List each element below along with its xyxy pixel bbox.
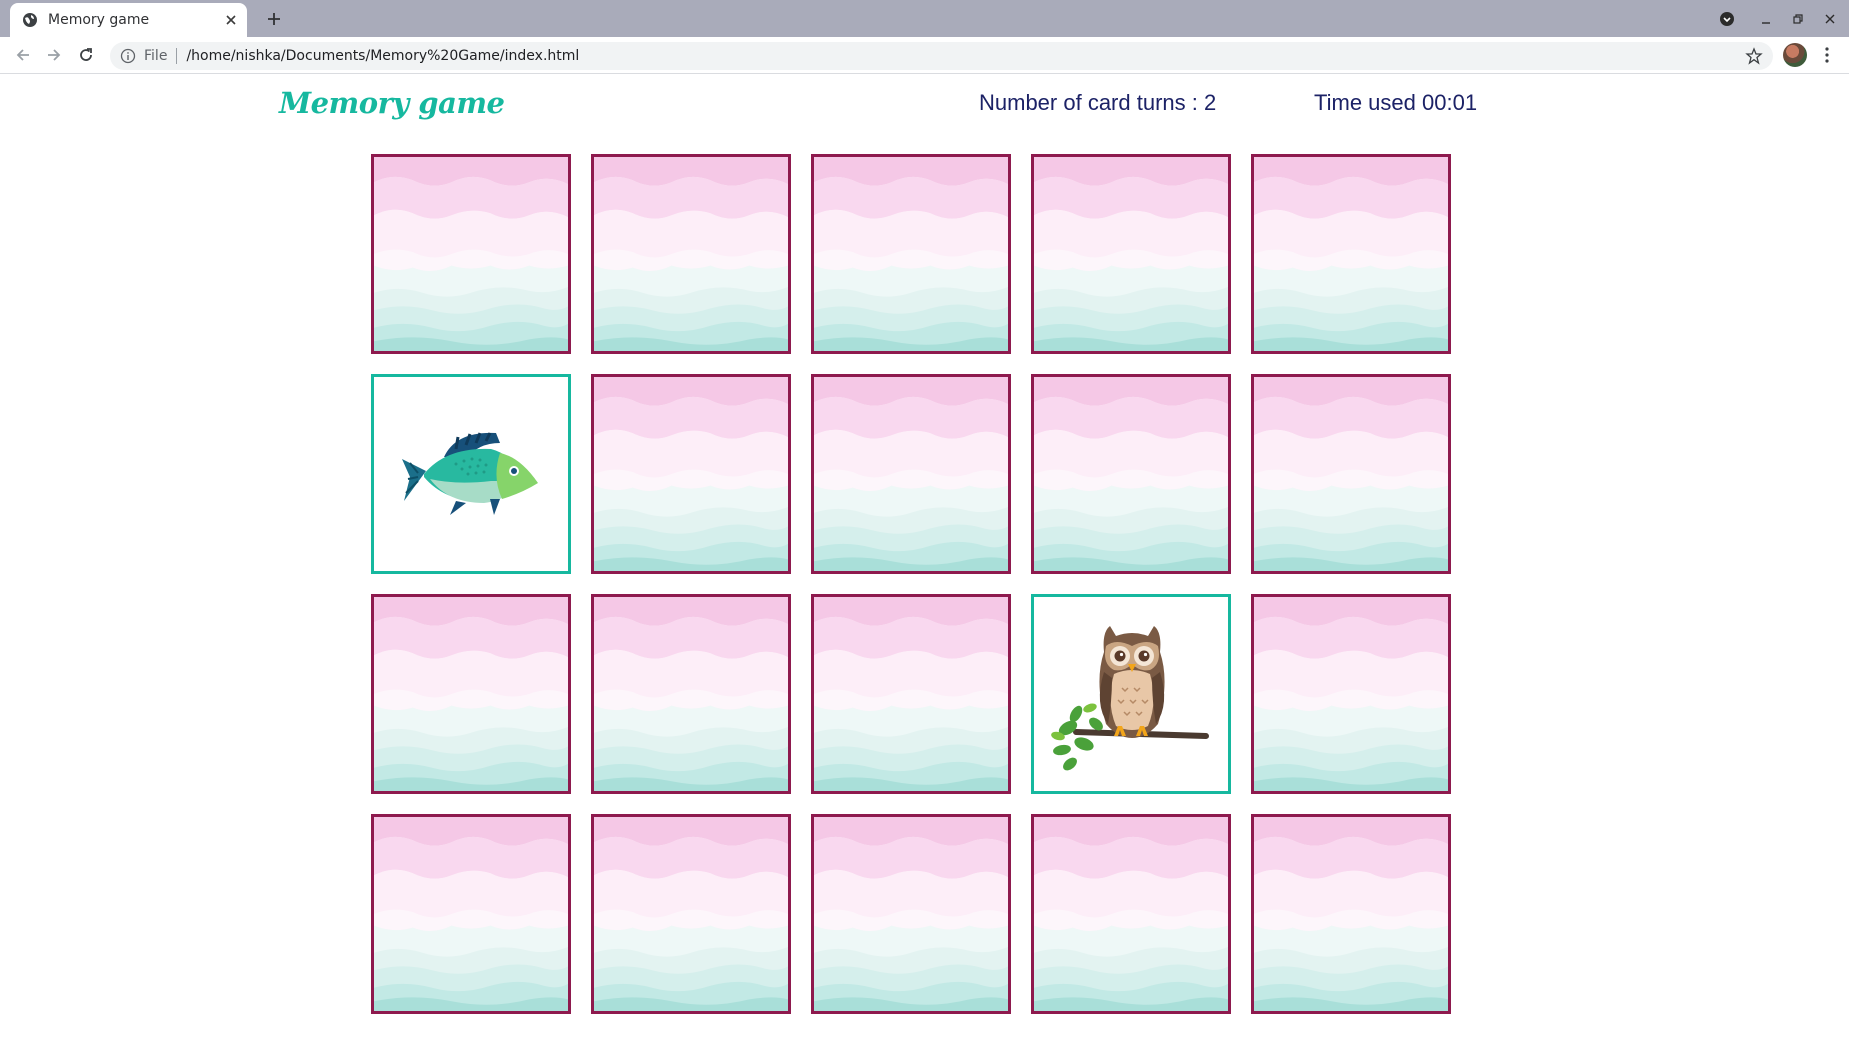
browser-toolbar: File /home/nishka/Documents/Memory%20Gam… (0, 37, 1849, 74)
card-back-pattern (374, 597, 568, 791)
plus-icon[interactable] (262, 7, 286, 31)
browser-tab[interactable]: Memory game (10, 3, 247, 37)
card-back-pattern (814, 377, 1008, 571)
card-revealed-fish[interactable] (371, 374, 571, 574)
card-hidden[interactable] (1251, 154, 1451, 354)
card-hidden[interactable] (811, 594, 1011, 794)
card-back-pattern (374, 157, 568, 351)
card-back-pattern (1254, 377, 1448, 571)
card-hidden[interactable] (1031, 374, 1231, 574)
game-page: Memory game Number of card turns : 2 Tim… (0, 74, 1849, 1055)
tab-search-icon[interactable] (1716, 8, 1738, 30)
card-back-pattern (814, 817, 1008, 1011)
reload-icon[interactable] (74, 43, 98, 67)
star-icon[interactable] (1745, 47, 1763, 65)
info-icon[interactable] (120, 48, 136, 64)
card-back-pattern (374, 817, 568, 1011)
card-back-pattern (594, 597, 788, 791)
card-hidden[interactable] (1251, 814, 1451, 1014)
card-hidden[interactable] (1031, 154, 1231, 354)
card-hidden[interactable] (811, 154, 1011, 354)
card-hidden[interactable] (371, 814, 571, 1014)
card-back-pattern (1034, 377, 1228, 571)
turn-counter: Number of card turns : 2 (979, 90, 1217, 115)
card-back-pattern (814, 157, 1008, 351)
timer: Time used 00:01 (1314, 90, 1478, 115)
card-hidden[interactable] (811, 814, 1011, 1014)
close-icon[interactable] (223, 12, 239, 28)
restore-icon[interactable] (1787, 8, 1809, 30)
card-hidden[interactable] (371, 154, 571, 354)
card-back-pattern (1254, 597, 1448, 791)
url-text[interactable]: /home/nishka/Documents/Memory%20Game/ind… (186, 48, 1745, 64)
card-hidden[interactable] (591, 154, 791, 354)
tab-strip: Memory game (0, 0, 1849, 37)
card-back-pattern (594, 817, 788, 1011)
card-back-pattern (1254, 157, 1448, 351)
page-title: Memory game (279, 86, 505, 120)
back-arrow-icon[interactable] (11, 43, 35, 67)
avatar[interactable] (1783, 43, 1807, 67)
url-scheme: File (144, 48, 168, 64)
tab-title: Memory game (48, 12, 150, 28)
card-hidden[interactable] (591, 814, 791, 1014)
kebab-menu-icon[interactable] (1815, 43, 1839, 67)
card-hidden[interactable] (371, 594, 571, 794)
card-hidden[interactable] (1251, 594, 1451, 794)
forward-arrow-icon[interactable] (42, 43, 66, 67)
owl-icon (1034, 597, 1228, 791)
card-hidden[interactable] (591, 594, 791, 794)
card-hidden[interactable] (811, 374, 1011, 574)
card-hidden[interactable] (1031, 814, 1231, 1014)
card-grid (371, 154, 1451, 1014)
minimize-icon[interactable] (1755, 8, 1777, 30)
card-revealed-owl[interactable] (1031, 594, 1231, 794)
fish-icon (374, 377, 568, 571)
address-bar[interactable]: File /home/nishka/Documents/Memory%20Gam… (110, 42, 1773, 70)
globe-icon (22, 12, 38, 28)
card-back-pattern (1034, 817, 1228, 1011)
window-close-icon[interactable] (1819, 8, 1841, 30)
card-back-pattern (594, 377, 788, 571)
card-back-pattern (594, 157, 788, 351)
card-hidden[interactable] (1251, 374, 1451, 574)
card-hidden[interactable] (591, 374, 791, 574)
card-back-pattern (814, 597, 1008, 791)
url-separator (176, 48, 178, 64)
card-back-pattern (1254, 817, 1448, 1011)
card-back-pattern (1034, 157, 1228, 351)
